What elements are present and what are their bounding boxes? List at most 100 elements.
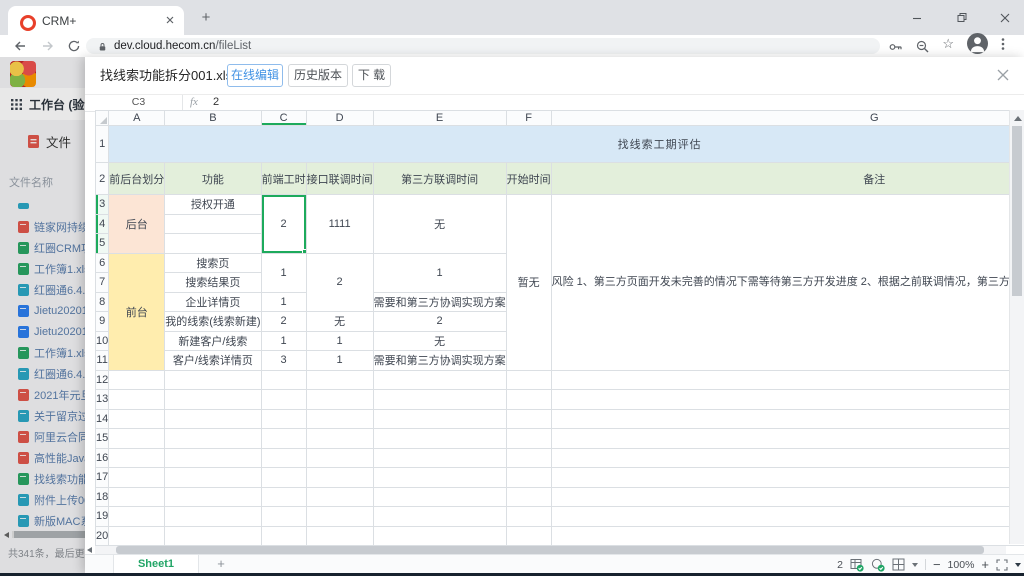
window-minimize-button[interactable] bbox=[895, 0, 939, 35]
cell-G13[interactable] bbox=[551, 390, 1024, 410]
cell-C17[interactable] bbox=[261, 468, 306, 488]
cell-D16[interactable] bbox=[306, 448, 373, 468]
cell-reference-box[interactable]: C3 bbox=[95, 95, 183, 110]
cell-E8[interactable]: 需要和第三方协调实现方案 bbox=[373, 292, 506, 312]
col-header-C[interactable]: C bbox=[261, 111, 306, 126]
cell-B13[interactable] bbox=[165, 390, 261, 410]
cell-D11[interactable]: 1 bbox=[306, 351, 373, 371]
row-header-17[interactable]: 17 bbox=[96, 468, 109, 488]
cell-F19[interactable] bbox=[506, 507, 551, 527]
cell-C15[interactable] bbox=[261, 429, 306, 449]
cell-G17[interactable] bbox=[551, 468, 1024, 488]
vertical-scroll-thumb[interactable] bbox=[1012, 126, 1022, 296]
cell-A2[interactable]: 前后台划分 bbox=[109, 163, 165, 195]
cell-F2[interactable]: 开始时间 bbox=[506, 163, 551, 195]
sheet-vertical-scrollbar[interactable] bbox=[1009, 110, 1024, 544]
cell-B7[interactable]: 搜索结果页 bbox=[165, 273, 261, 293]
col-header-G[interactable]: G bbox=[551, 111, 1024, 126]
cell-B12[interactable] bbox=[165, 370, 261, 390]
cell-B2[interactable]: 功能 bbox=[165, 163, 261, 195]
row-header-10[interactable]: 10 bbox=[96, 331, 109, 351]
cell-B3[interactable]: 授权开通 bbox=[165, 195, 261, 215]
cell-A12[interactable] bbox=[109, 370, 165, 390]
scroll-up-icon[interactable] bbox=[1014, 116, 1022, 121]
cell-A17[interactable] bbox=[109, 468, 165, 488]
cell-B8[interactable]: 企业详情页 bbox=[165, 292, 261, 312]
url-bar[interactable]: dev.cloud.hecom.cn/fileList bbox=[86, 38, 880, 54]
cell-E10[interactable]: 无 bbox=[373, 331, 506, 351]
cell-E15[interactable] bbox=[373, 429, 506, 449]
cell-E13[interactable] bbox=[373, 390, 506, 410]
cell-B4[interactable] bbox=[165, 214, 261, 234]
row-header-19[interactable]: 19 bbox=[96, 507, 109, 527]
cell-B10[interactable]: 新建客户/线索 bbox=[165, 331, 261, 351]
row-header-2[interactable]: 2 bbox=[96, 163, 109, 195]
cell-F14[interactable] bbox=[506, 409, 551, 429]
row-header-4[interactable]: 4 bbox=[96, 214, 109, 234]
cell-D19[interactable] bbox=[306, 507, 373, 527]
key-icon[interactable] bbox=[888, 39, 904, 55]
fill-handle[interactable] bbox=[302, 249, 307, 254]
cell-E14[interactable] bbox=[373, 409, 506, 429]
row-header-15[interactable]: 15 bbox=[96, 429, 109, 449]
cell-B5[interactable] bbox=[165, 234, 261, 254]
history-version-button[interactable]: 历史版本 bbox=[288, 64, 348, 87]
row-header-16[interactable]: 16 bbox=[96, 448, 109, 468]
cell-G15[interactable] bbox=[551, 429, 1024, 449]
cell-D15[interactable] bbox=[306, 429, 373, 449]
cell-G3[interactable]: 风险 1、第三方页面开发未完善的情况下需等待第三方开发进度 2、根据之前联调情况… bbox=[551, 195, 1024, 371]
sync-ok-icon[interactable] bbox=[871, 558, 885, 572]
cell-A13[interactable] bbox=[109, 390, 165, 410]
select-all-corner[interactable] bbox=[96, 111, 109, 126]
col-header-D[interactable]: D bbox=[306, 111, 373, 126]
sheet-saved-icon[interactable] bbox=[850, 558, 864, 572]
modal-close-icon[interactable] bbox=[997, 69, 1009, 81]
row-header-20[interactable]: 20 bbox=[96, 526, 109, 546]
cell-C14[interactable] bbox=[261, 409, 306, 429]
row-header-3[interactable]: 3 bbox=[96, 195, 109, 215]
cell-G2[interactable]: 备注 bbox=[551, 163, 1024, 195]
cell-A6[interactable]: 前台 bbox=[109, 253, 165, 370]
fullscreen-icon[interactable] bbox=[996, 559, 1008, 571]
cell-B15[interactable] bbox=[165, 429, 261, 449]
cell-D9[interactable]: 无 bbox=[306, 312, 373, 332]
row-header-8[interactable]: 8 bbox=[96, 292, 109, 312]
row-header-9[interactable]: 9 bbox=[96, 312, 109, 332]
cell-A20[interactable] bbox=[109, 526, 165, 546]
cell-E11[interactable]: 需要和第三方协调实现方案 bbox=[373, 351, 506, 371]
scroll-left-icon[interactable] bbox=[87, 547, 92, 553]
cell-C12[interactable] bbox=[261, 370, 306, 390]
profile-avatar[interactable] bbox=[967, 33, 988, 54]
cell-C6[interactable]: 1 bbox=[261, 253, 306, 292]
row-header-1[interactable]: 1 bbox=[96, 126, 109, 163]
cell-E20[interactable] bbox=[373, 526, 506, 546]
col-header-E[interactable]: E bbox=[373, 111, 506, 126]
browser-tab[interactable]: CRM+ bbox=[8, 6, 184, 35]
cell-E12[interactable] bbox=[373, 370, 506, 390]
online-edit-button[interactable]: 在线编辑 bbox=[227, 64, 283, 87]
cell-C3[interactable]: 2 bbox=[261, 195, 306, 254]
cell-A15[interactable] bbox=[109, 429, 165, 449]
cell-E18[interactable] bbox=[373, 487, 506, 507]
cell-G18[interactable] bbox=[551, 487, 1024, 507]
cell-B11[interactable]: 客户/线索详情页 bbox=[165, 351, 261, 371]
cell-D18[interactable] bbox=[306, 487, 373, 507]
cell-C2[interactable]: 前端工时 bbox=[261, 163, 306, 195]
cell-F18[interactable] bbox=[506, 487, 551, 507]
cell-F16[interactable] bbox=[506, 448, 551, 468]
cell-D12[interactable] bbox=[306, 370, 373, 390]
new-tab-button[interactable]: + bbox=[196, 8, 216, 28]
cell-B19[interactable] bbox=[165, 507, 261, 527]
sheet-horizontal-scrollbar[interactable] bbox=[95, 546, 1006, 554]
grid-view-icon[interactable] bbox=[892, 558, 905, 571]
row-header-13[interactable]: 13 bbox=[96, 390, 109, 410]
cell-D6[interactable]: 2 bbox=[306, 253, 373, 312]
cell-F17[interactable] bbox=[506, 468, 551, 488]
browser-menu-icon[interactable] bbox=[996, 37, 1010, 51]
cell-D20[interactable] bbox=[306, 526, 373, 546]
row-header-12[interactable]: 12 bbox=[96, 370, 109, 390]
grid-view-caret-icon[interactable] bbox=[912, 563, 918, 567]
cell-C9[interactable]: 2 bbox=[261, 312, 306, 332]
col-header-B[interactable]: B bbox=[165, 111, 261, 126]
tab-close-icon[interactable] bbox=[164, 14, 176, 26]
